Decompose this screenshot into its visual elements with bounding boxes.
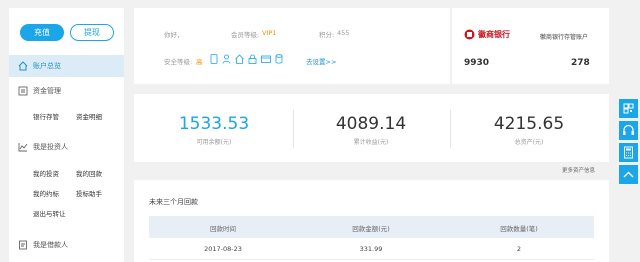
withdraw-button[interactable]: 提现: [70, 24, 114, 41]
security-level-label: 安全等级:: [164, 58, 193, 66]
sidebar-sub-bid-assistant[interactable]: 投标助手: [76, 188, 102, 198]
list-icon: [18, 86, 28, 96]
home-icon: [18, 61, 28, 71]
bank-number-tail: 278: [571, 58, 590, 68]
bank-card: 徽商银行 徽商银行存管账户 9930 278: [452, 8, 609, 84]
sidebar-sub-exit-transfer[interactable]: 退出与转让: [33, 208, 66, 218]
qrcode-icon: [623, 103, 634, 114]
total-earnings-label: 累计收益(元): [353, 139, 389, 146]
go-settings-link[interactable]: 去设置>>: [306, 56, 336, 66]
column-header-date: 回款时间: [210, 225, 236, 233]
sidebar-sub-bank-custody[interactable]: 银行存管: [33, 111, 59, 121]
back-to-top-button[interactable]: [619, 165, 638, 184]
sidebar-item-label: 我是借款人: [33, 241, 68, 249]
user-icon[interactable]: [222, 54, 231, 64]
points-value: 455: [337, 29, 350, 37]
column-header-amount: 回款金额(元): [352, 225, 390, 233]
calculator-icon: [624, 146, 633, 159]
lock-icon[interactable]: [248, 54, 257, 64]
member-level-value: VIP1: [262, 29, 277, 37]
divider: [450, 110, 451, 148]
qrcode-float-button[interactable]: [619, 99, 638, 118]
cell-amount: 331.99: [359, 245, 383, 253]
calculator-float-button[interactable]: [619, 143, 638, 162]
sidebar-sub-my-bids[interactable]: 我的约标: [33, 188, 59, 198]
greeting-text: 你好，: [164, 31, 184, 39]
bank-logo: 徽商银行: [464, 28, 522, 40]
stats-card: 1533.53 可用余额(元) 4089.14 累计收益(元) 4215.65 …: [134, 94, 609, 162]
sidebar-item-label: 账户总览: [33, 62, 61, 70]
security-icons: [210, 54, 283, 64]
phone-icon[interactable]: [210, 54, 218, 64]
total-earnings-value: 4089.14: [335, 114, 407, 134]
bank-account-label: 徽商银行存管账户: [540, 34, 589, 41]
document-icon: [19, 240, 27, 250]
charge-button[interactable]: 充值: [20, 24, 64, 41]
sidebar-sub-my-repayment[interactable]: 我的回款: [76, 168, 102, 178]
card-icon[interactable]: [261, 54, 271, 64]
sidebar-item-borrower[interactable]: 我是借款人: [9, 234, 124, 256]
points-label: 积分:: [319, 31, 335, 39]
bank-logo-icon: [464, 29, 475, 39]
sidebar-sub-fund-detail[interactable]: 资金明细: [76, 111, 102, 121]
bank-number: 9930: [464, 58, 490, 68]
sidebar-sub-my-investment[interactable]: 我的投资: [33, 168, 59, 178]
total-assets-value: 4215.65: [493, 114, 565, 134]
divider: [293, 110, 294, 148]
sidebar: 充值 提现 账户总览 资金管理 银行存管 资金明细 我是投资人 我的投资 我的回…: [9, 8, 124, 262]
profile-card: 你好， 会员等级: VIP1 积分: 455 安全等级: 高 去设置>>: [134, 8, 450, 84]
more-assets-link[interactable]: 更多资产信息: [562, 166, 595, 174]
sidebar-item-account-overview[interactable]: 账户总览: [9, 55, 124, 77]
sidebar-item-fund-management[interactable]: 资金管理: [9, 80, 124, 102]
table-header: 回款时间 回款金额(元) 回款数量(笔): [149, 216, 594, 238]
security-level-value: 高: [196, 58, 203, 66]
sidebar-item-label: 资金管理: [33, 87, 61, 95]
total-assets-label: 总资产(元): [514, 139, 544, 146]
member-level-label: 会员等级:: [231, 31, 260, 39]
bank-name: 徽商银行: [478, 29, 510, 39]
repayment-title: 未来三个月回款: [149, 198, 198, 206]
headset-icon: [623, 124, 634, 135]
chart-icon: [18, 143, 28, 152]
cell-count: 2: [516, 245, 522, 253]
home-icon[interactable]: [235, 54, 244, 64]
chevron-up-icon: [623, 171, 634, 178]
repayment-card: 未来三个月回款 回款时间 回款金额(元) 回款数量(笔) 2017-08-23 …: [134, 180, 609, 262]
column-header-count: 回款数量(笔): [500, 225, 538, 233]
sidebar-item-label: 我是投资人: [33, 143, 68, 151]
service-float-button[interactable]: [619, 121, 638, 140]
available-balance-value: 1533.53: [178, 114, 250, 134]
table-row: 2017-08-23 331.99 2: [149, 238, 594, 260]
cell-date: 2017-08-23: [204, 245, 242, 253]
sidebar-item-investor[interactable]: 我是投资人: [9, 136, 124, 158]
database-icon[interactable]: [275, 54, 283, 64]
available-balance-label: 可用余额(元): [196, 139, 232, 146]
